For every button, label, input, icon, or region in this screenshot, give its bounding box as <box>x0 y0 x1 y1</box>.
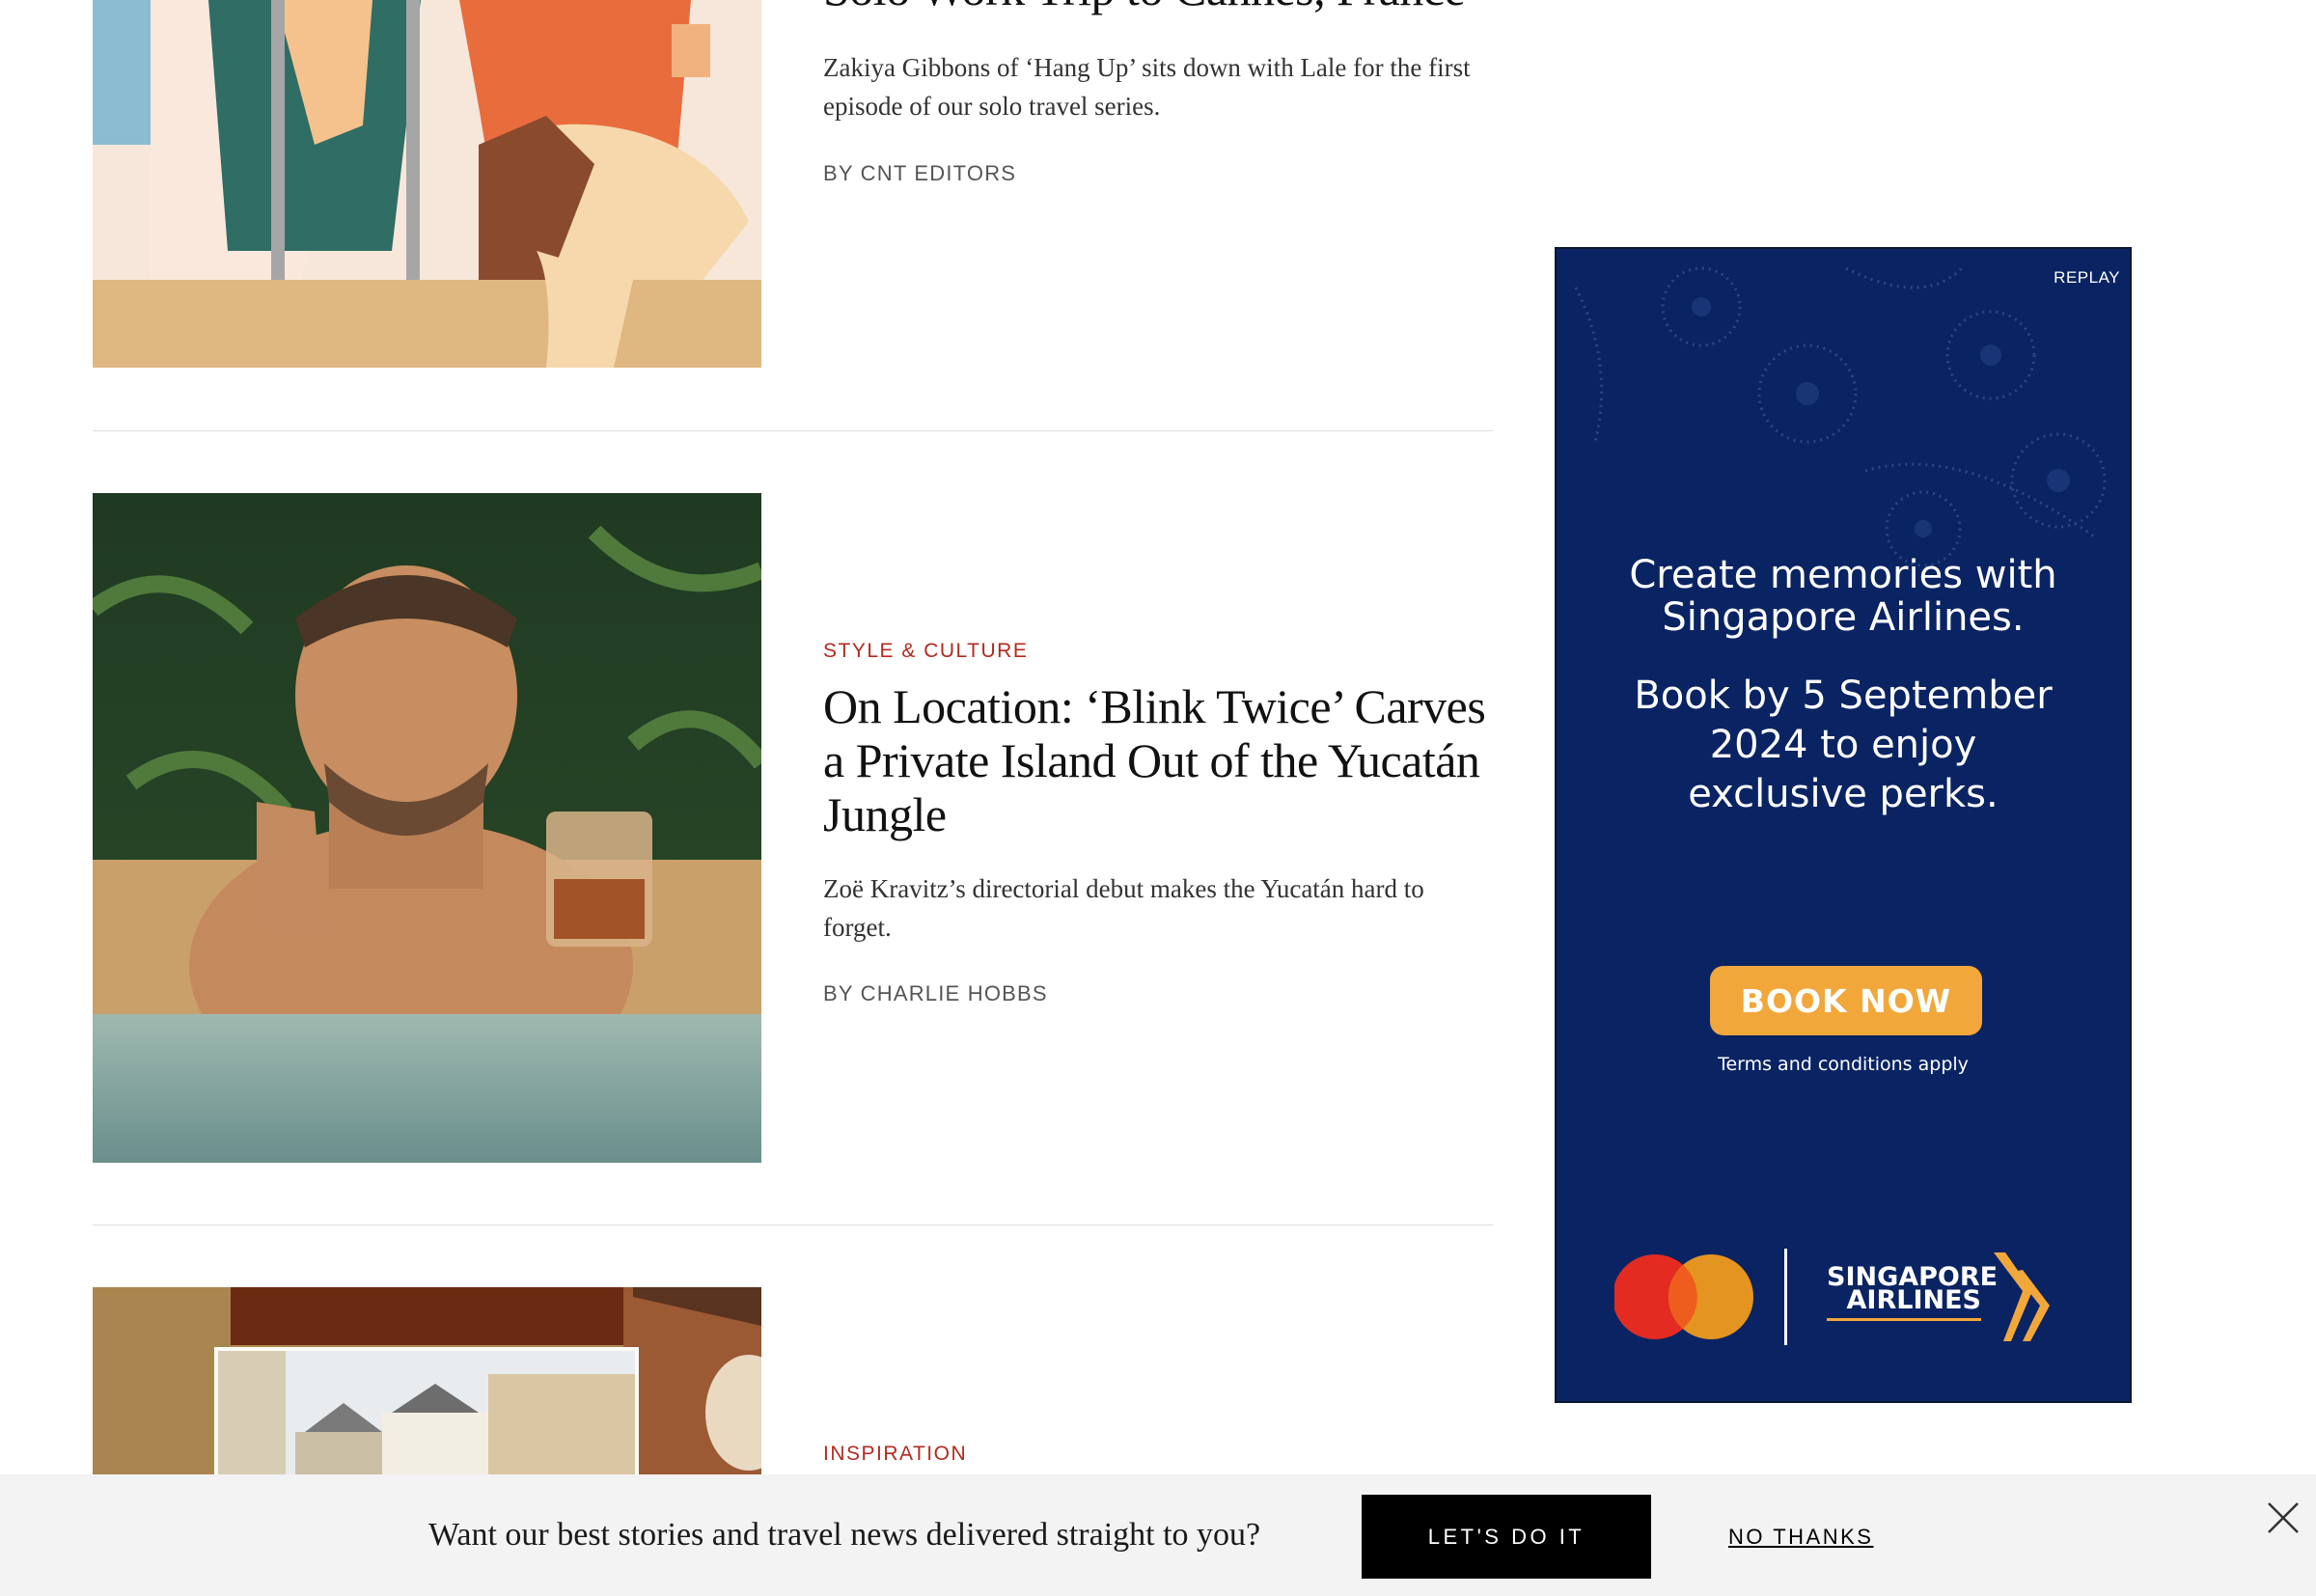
story-dek-2: Zoë Kravitz’s directorial debut makes th… <box>823 874 1424 942</box>
story-byline-1[interactable]: BY CNT EDITORS <box>823 161 1016 186</box>
story-card-2[interactable]: STYLE & CULTURE On Location: ‘Blink Twic… <box>93 493 1492 1163</box>
no-thanks-link[interactable]: NO THANKS <box>1728 1525 1873 1550</box>
newsletter-prompt: Want our best stories and travel news de… <box>428 1517 1261 1553</box>
singapore-airlines-bird-icon <box>1994 1252 2050 1341</box>
man-in-pool-with-drink-photo <box>93 493 761 1163</box>
town-street-collage-photo <box>93 1287 761 1474</box>
story-card-3[interactable]: INSPIRATION <box>93 1287 1492 1474</box>
story-image-1[interactable] <box>93 0 761 368</box>
ad-offer: Book by 5 September 2024 to enjoy exclus… <box>1634 674 2053 816</box>
story-dek-1: Zakiya Gibbons of ‘Hang Up’ sits down wi… <box>823 53 1471 121</box>
story-divider <box>93 430 1493 431</box>
story-rubric-3[interactable]: INSPIRATION <box>823 1443 967 1466</box>
lets-do-it-button[interactable]: LET'S DO IT <box>1362 1495 1651 1579</box>
story-headline-1[interactable]: Solo Work Trip to Cannes, France <box>823 0 1466 15</box>
brand-bottom: AIRLINES <box>1846 1285 1981 1315</box>
newsletter-signup-bar: Want our best stories and travel news de… <box>0 1474 2316 1596</box>
ad-headline: Create memories with Singapore Airlines. <box>1629 553 2057 640</box>
story-card-1[interactable]: Solo Work Trip to Cannes, France Zakiya … <box>93 0 1492 368</box>
book-now-button[interactable]: BOOK NOW <box>1710 966 1982 1035</box>
logo-divider <box>1784 1249 1787 1345</box>
mastercard-logo-icon <box>1614 1254 1753 1339</box>
story-byline-2[interactable]: BY CHARLIE HOBBS <box>823 981 1048 1006</box>
ad-terms: Terms and conditions apply <box>1718 1054 1969 1075</box>
story-image-2[interactable] <box>93 493 761 1163</box>
story-rubric-2[interactable]: STYLE & CULTURE <box>823 640 1028 663</box>
brand-underline <box>1827 1318 1981 1321</box>
story-headline-2[interactable]: On Location: ‘Blink Twice’ Carves a Priv… <box>823 679 1499 841</box>
close-icon[interactable] <box>2267 1501 2300 1534</box>
ad-logos: SINGAPORE AIRLINES <box>1614 1249 2078 1345</box>
story-image-3[interactable] <box>93 1287 761 1474</box>
ad-replay-button[interactable]: REPLAY <box>2054 268 2120 288</box>
singapore-airlines-ad[interactable]: REPLAY Create memories with Singapore Ai… <box>1555 247 2132 1403</box>
singapore-airlines-wordmark: SINGAPORE AIRLINES <box>1827 1264 1998 1321</box>
floral-pattern-icon <box>1574 266 2107 567</box>
illustration-two-women-icon <box>93 0 761 368</box>
